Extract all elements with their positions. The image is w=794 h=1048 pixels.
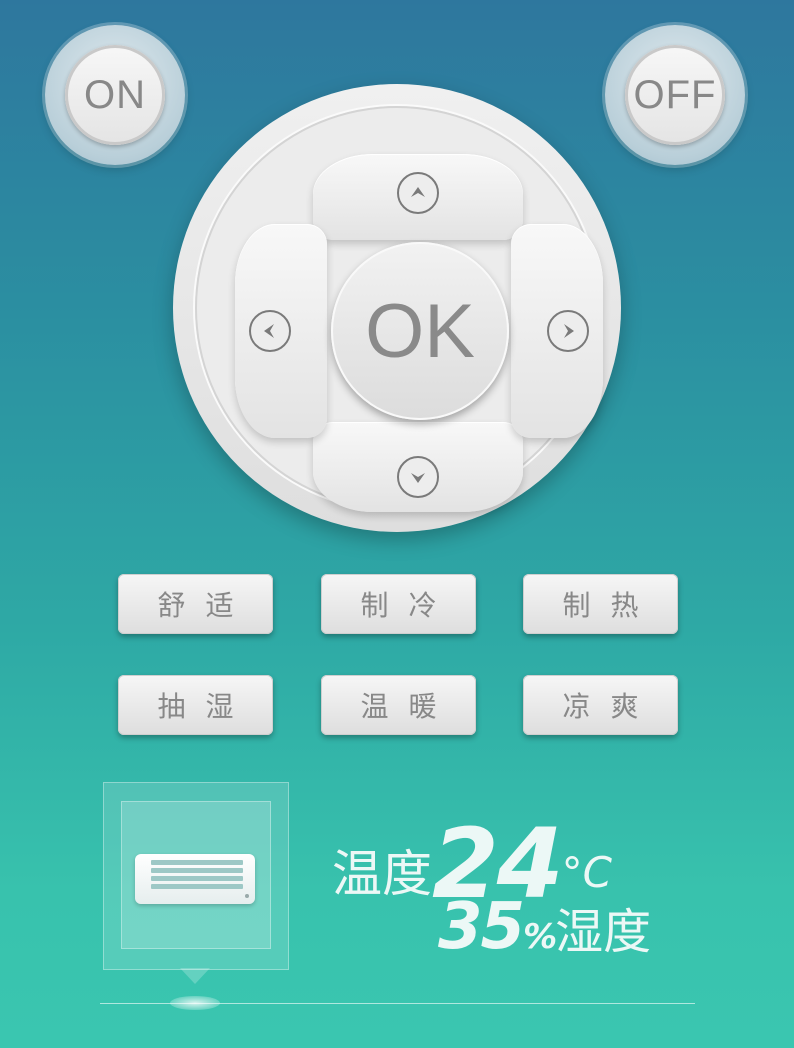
ac-vent-line <box>151 860 243 865</box>
humidity-unit: % <box>523 917 557 957</box>
off-button-ring[interactable]: OFF <box>605 25 745 165</box>
ok-button[interactable]: OK <box>331 242 509 420</box>
ac-indicator-dot <box>245 894 249 898</box>
ac-vent-line <box>151 876 243 881</box>
humidity-readout: 35%湿度 <box>438 890 651 964</box>
device-card-inner <box>121 801 271 949</box>
device-card-pointer <box>180 968 210 984</box>
selection-glow <box>170 996 220 1010</box>
on-button-ring[interactable]: ON <box>45 25 185 165</box>
mode-cool-button[interactable]: 制冷 <box>321 574 476 634</box>
direction-pad: OK <box>173 84 621 532</box>
mode-breeze-button[interactable]: 凉爽 <box>523 675 678 735</box>
chevron-right-icon <box>547 310 589 352</box>
right-button[interactable] <box>511 224 603 438</box>
chevron-left-icon <box>249 310 291 352</box>
chevron-up-icon <box>397 172 439 214</box>
mode-heat-button[interactable]: 制热 <box>523 574 678 634</box>
up-button[interactable] <box>313 154 523 240</box>
air-conditioner-icon <box>135 854 255 904</box>
chevron-down-icon <box>397 456 439 498</box>
device-card[interactable] <box>103 782 289 970</box>
temperature-label: 温度 <box>332 845 432 903</box>
humidity-label: 湿度 <box>555 904 652 960</box>
left-button[interactable] <box>235 224 327 438</box>
on-button[interactable]: ON <box>65 45 165 145</box>
ac-vent-line <box>151 868 243 873</box>
humidity-value: 35 <box>438 890 525 964</box>
mode-comfort-button[interactable]: 舒适 <box>118 574 273 634</box>
mode-dehumidify-button[interactable]: 抽湿 <box>118 675 273 735</box>
off-button[interactable]: OFF <box>625 45 725 145</box>
direction-pad-ring: OK <box>195 106 603 512</box>
ac-vent-line <box>151 884 243 889</box>
mode-warm-button[interactable]: 温暖 <box>321 675 476 735</box>
down-button[interactable] <box>313 422 523 512</box>
